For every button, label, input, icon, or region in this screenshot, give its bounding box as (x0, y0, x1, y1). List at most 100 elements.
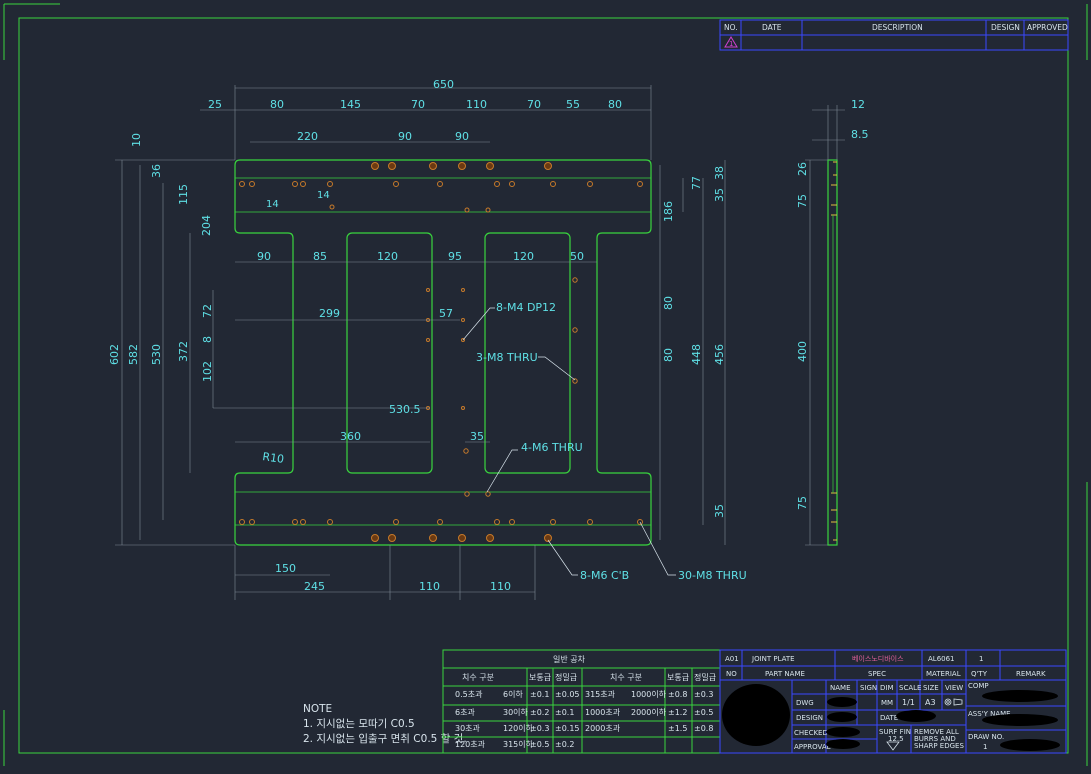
tb-header-qty: Q'TY (971, 670, 988, 678)
tb-drawno-val: 1 (983, 743, 987, 751)
tol-header-1: 보통급 (529, 673, 551, 682)
m8-thru-hole (572, 327, 578, 333)
dim-right-448: 448 (690, 344, 703, 365)
counterbore-hole-bottom (388, 534, 396, 542)
dim-top-80a: 80 (270, 98, 284, 111)
m6-hole-top (485, 207, 491, 213)
callout-m8-3: 3-M8 THRU (476, 351, 538, 364)
dim-57: 57 (439, 307, 453, 320)
tolerance-cell: ±1.2 (668, 708, 687, 717)
tb-size: A3 (925, 698, 936, 707)
m8-hole-bottom (587, 519, 593, 525)
m8-thru-hole (464, 491, 470, 497)
m8-hole-top (249, 181, 255, 187)
counterbore-hole-bottom (371, 534, 379, 542)
dim-top-80b: 80 (608, 98, 622, 111)
tolerance-cell: ±0.05 (555, 690, 580, 699)
tb-info-scale: SCALE (899, 684, 921, 692)
tol-header-2: 정밀급 (555, 672, 577, 682)
dim-bottom-245: 245 (304, 580, 325, 593)
m8-hole-top (300, 181, 306, 187)
tolerance-cell: 30이하 (503, 707, 529, 717)
side-dim-26: 26 (796, 162, 809, 176)
tolerance-table: 일반 공차 치수 구분 보통급 정밀급 치수 구분 보통급 정밀급 0.5초과 6… (442, 649, 721, 754)
dim-radius: R10 (262, 450, 285, 466)
tolerance-cell: 2000초과 (585, 724, 621, 733)
dim-204: 204 (200, 215, 213, 236)
dim-top-145: 145 (340, 98, 361, 111)
dim-right-38: 38 (713, 166, 726, 180)
revision-block: NO. DATE DESCRIPTION DESIGN APPROVED 1 (719, 19, 1069, 51)
tolerance-cell: 30초과 (455, 724, 481, 733)
dim-right-35b: 35 (713, 504, 726, 518)
counterbore-hole-top (458, 162, 466, 170)
m8-hole-top (393, 181, 399, 187)
side-dim-8-5: 8.5 (851, 128, 869, 141)
dim-602: 602 (108, 344, 121, 365)
tb-drawno-label: DRAW NO. (968, 733, 1004, 741)
tb-comp-label: COMP (968, 682, 989, 690)
svg-text:1: 1 (729, 40, 733, 48)
dim-bottom-110b: 110 (490, 580, 511, 593)
dim-opening-95: 95 (448, 250, 462, 263)
side-view-features (831, 161, 837, 541)
dim-right-35a: 35 (713, 188, 726, 202)
tolerance-cell: ±0.2 (530, 708, 549, 717)
tolerance-cell: ±0.8 (668, 690, 687, 699)
dim-right-77: 77 (690, 176, 703, 190)
notes-title: NOTE (303, 703, 332, 715)
counterbore-hole-top (544, 162, 552, 170)
m4-hole (461, 288, 465, 292)
dim-opening-50: 50 (570, 250, 584, 263)
m8-hole-bottom (239, 519, 245, 525)
tb-header-spec: SPEC (868, 670, 886, 678)
dim-14a: 14 (266, 199, 279, 210)
dim-530: 530 (150, 344, 163, 365)
dim-220: 220 (297, 130, 318, 143)
tb-info-size: SIZE (923, 684, 939, 692)
dim-360: 360 (340, 430, 361, 443)
dim-299: 299 (319, 307, 340, 320)
tolerance-cell: 6초과 (455, 708, 475, 717)
dim-bottom-150: 150 (275, 562, 296, 575)
m8-hole-bottom (393, 519, 399, 525)
m6-hole-top (329, 204, 335, 210)
dim-top-25: 25 (208, 98, 222, 111)
dim-right-80b: 80 (662, 348, 675, 362)
m8-hole-top (550, 181, 556, 187)
m8-hole-top (637, 181, 643, 187)
side-view-body (827, 159, 838, 546)
notes-line-1: 1. 지시없는 모따기 C0.5 (303, 717, 415, 730)
m8-thru-hole (572, 378, 578, 384)
tolerance-cell: ±0.2 (555, 740, 574, 749)
m8-hole-bottom (327, 519, 333, 525)
tb-info-sign: SIGN (860, 684, 877, 692)
rev-header-no: NO. (724, 23, 738, 32)
dim-right-80a: 80 (662, 296, 675, 310)
m8-hole-bottom (509, 519, 515, 525)
tolerance-cell: ±0.1 (530, 690, 549, 699)
dim-14b: 14 (317, 190, 330, 201)
tolerance-cell: 2000이하 (631, 707, 667, 717)
callout-m6-cb: 8-M6 C'B (580, 569, 629, 582)
tolerance-rows: 0.5초과 6이하 ±0.1 ±0.05 315초과 1000이하 ±0.8 ±0.36초과 3… (455, 689, 713, 749)
counterbore-hole-bottom (458, 534, 466, 542)
tolerance-cell: ±0.3 (694, 690, 713, 699)
tb-dwg-label: DWG (796, 699, 814, 707)
tolerance-cell: ±0.3 (530, 724, 549, 733)
tol-header-5: 정밀급 (694, 672, 716, 682)
tolerance-cell: ±0.5 (530, 740, 549, 749)
tolerance-cell: 1000이하 (631, 689, 667, 699)
m8-hole-bottom (300, 519, 306, 525)
m4-hole (461, 318, 465, 322)
notes: NOTE 1. 지시없는 모따기 C0.5 2. 지시없는 입출구 면취 C0.… (303, 703, 467, 745)
tb-design-label: DESIGN (796, 714, 823, 722)
dim-right-186: 186 (662, 201, 675, 222)
tolerance-cell: 0.5초과 (455, 690, 483, 699)
tolerance-cell: 6이하 (503, 689, 523, 699)
m8-hole-top (327, 181, 333, 187)
tb-header-material: MATERIAL (926, 670, 961, 678)
tb-part-name: JOINT PLATE (751, 655, 795, 663)
m4-hole (426, 338, 430, 342)
tb-info-view: VIEW (945, 684, 963, 692)
